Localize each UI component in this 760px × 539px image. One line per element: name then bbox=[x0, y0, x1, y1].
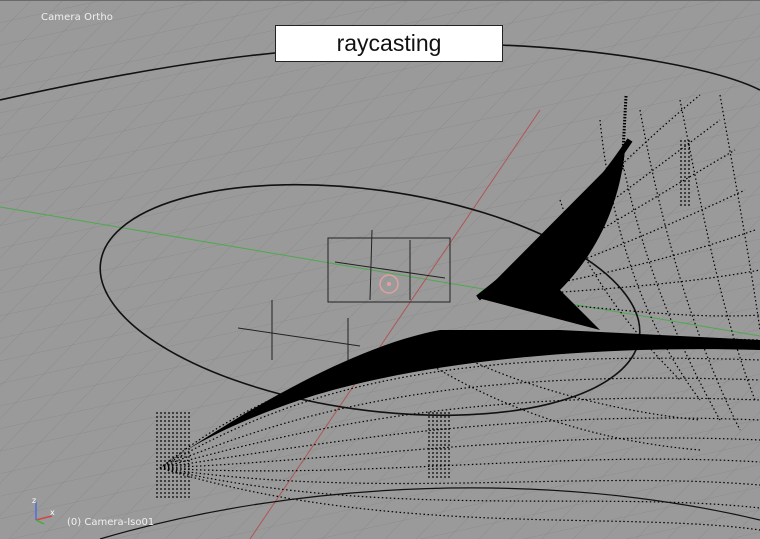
3d-viewport[interactable]: Camera Ortho raycasting z x (0) Camera-I… bbox=[0, 0, 760, 539]
axis-x-label: x bbox=[50, 508, 55, 517]
viewport-border-top bbox=[0, 0, 760, 1]
object-info-label: (0) Camera-Iso01 bbox=[67, 517, 155, 528]
view-name-label: Camera Ortho bbox=[41, 12, 113, 23]
pillar-mid bbox=[428, 410, 450, 480]
overlay-title-box: raycasting bbox=[275, 25, 503, 62]
overlay-title: raycasting bbox=[336, 30, 442, 56]
axis-z-label: z bbox=[32, 496, 36, 505]
pillar-left bbox=[154, 410, 190, 500]
grid-floor bbox=[0, 0, 760, 539]
lamp-center bbox=[387, 282, 391, 286]
viewport-scene[interactable] bbox=[0, 0, 760, 539]
axis-gizmo-icon: z x bbox=[32, 496, 55, 525]
pillar-top bbox=[678, 138, 692, 206]
